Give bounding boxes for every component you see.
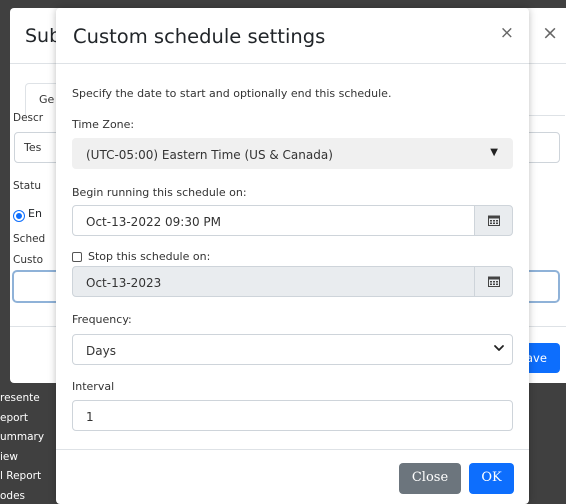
close-button[interactable]: Close	[399, 463, 461, 494]
stop-date-input[interactable]: Oct-13-2023	[72, 266, 475, 297]
ok-button[interactable]: OK	[469, 463, 514, 494]
frequency-select[interactable]: Days	[72, 334, 513, 365]
list-item: ummary	[0, 431, 45, 443]
calendar-icon	[488, 276, 500, 287]
calendar-icon	[488, 215, 500, 226]
timezone-label: Time Zone:	[72, 118, 135, 131]
begin-date-input[interactable]: Oct-13-2022 09:30 PM	[72, 205, 475, 236]
stop-schedule-row: Stop this schedule on:	[72, 250, 210, 263]
list-item: l Report	[0, 470, 42, 482]
stop-schedule-label: Stop this schedule on:	[88, 250, 211, 263]
custom-schedule-modal: Custom schedule settings × Specify the d…	[56, 8, 529, 504]
parent-enabled-label: En	[28, 207, 42, 220]
interval-label: Interval	[72, 380, 115, 393]
stop-date-group: Oct-13-2023	[72, 266, 513, 297]
modal-footer-divider	[56, 449, 529, 450]
list-item: eport	[0, 411, 28, 424]
parent-custom-input[interactable]	[12, 270, 60, 303]
caret-down-icon: ▼	[490, 147, 498, 158]
modal-title: Custom schedule settings	[73, 25, 326, 48]
timezone-value: (UTC-05:00) Eastern Time (US & Canada)	[86, 148, 333, 162]
parent-status-label: Statu	[13, 180, 41, 192]
parent-close-icon[interactable]: ×	[542, 22, 558, 44]
parent-description-label: Descr	[13, 112, 44, 124]
timezone-select[interactable]: (UTC-05:00) Eastern Time (US & Canada) ▼	[72, 138, 513, 169]
background-report-list: resente eport ummary iew l Report odes	[0, 392, 60, 504]
parent-schedule-label: Sched	[13, 233, 46, 245]
begin-calendar-button[interactable]	[474, 205, 513, 236]
list-item: odes	[0, 489, 26, 502]
list-item: iew	[0, 450, 18, 463]
parent-enabled-radio[interactable]	[14, 211, 24, 221]
begin-label: Begin running this schedule on:	[72, 186, 247, 199]
list-item: resente	[0, 392, 40, 404]
frequency-label: Frequency:	[72, 313, 132, 326]
stop-calendar-button[interactable]	[474, 266, 513, 297]
modal-header: Custom schedule settings ×	[56, 8, 529, 64]
intro-text: Specify the date to start and optionally…	[72, 87, 392, 100]
chevron-down-icon	[494, 345, 504, 351]
frequency-value: Days	[86, 344, 116, 358]
begin-date-group: Oct-13-2022 09:30 PM	[72, 205, 513, 236]
parent-custom-label: Custo	[13, 254, 43, 266]
stop-schedule-checkbox[interactable]	[72, 251, 82, 262]
interval-input[interactable]: 1	[72, 400, 513, 431]
close-icon[interactable]: ×	[500, 23, 514, 43]
